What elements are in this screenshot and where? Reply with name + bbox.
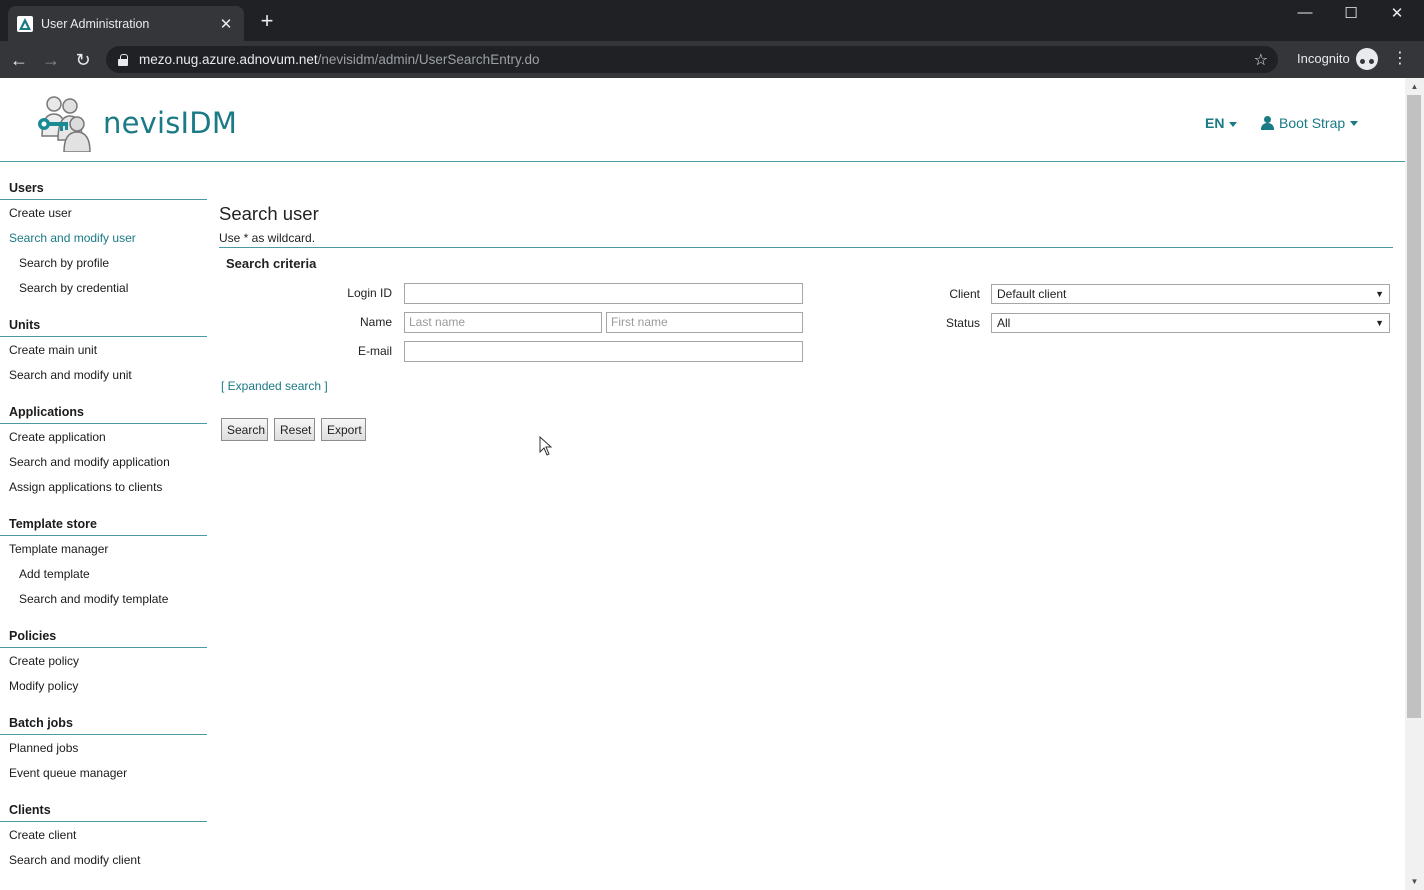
dropdown-arrow-icon: ▼	[1375, 318, 1384, 328]
name-label: Name	[359, 315, 392, 329]
sidebar-item-search-and-modify-application[interactable]: Search and modify application	[0, 449, 207, 474]
mouse-cursor-icon	[539, 436, 553, 456]
sidebar-item-search-and-modify-unit[interactable]: Search and modify unit	[0, 362, 207, 387]
scroll-thumb[interactable]	[1407, 95, 1421, 718]
client-select[interactable]: Default client ▼	[991, 284, 1390, 304]
sidebar-item-search-and-modify-template[interactable]: Search and modify template	[0, 586, 207, 611]
sidebar-section-batch-jobs: Batch jobs Planned jobs Event queue mana…	[0, 710, 207, 785]
sidebar: Users Create user Search and modify user…	[0, 175, 207, 884]
dropdown-arrow-icon: ▼	[1375, 289, 1384, 299]
user-icon	[1261, 116, 1274, 130]
browser-menu-icon[interactable]: ⋮	[1392, 50, 1408, 68]
brand-name: nevisIDM	[103, 106, 238, 140]
back-icon[interactable]: ←	[8, 49, 30, 71]
sidebar-heading: Batch jobs	[0, 710, 207, 735]
sidebar-section-units: Units Create main unit Search and modify…	[0, 312, 207, 387]
email-label: E-mail	[357, 344, 392, 358]
status-label: Status	[945, 316, 980, 330]
wildcard-hint: Use * as wildcard.	[219, 231, 1393, 248]
expanded-search-link[interactable]: [ Expanded search ]	[221, 379, 328, 393]
sidebar-item-create-policy[interactable]: Create policy	[0, 648, 207, 673]
url-text[interactable]: mezo.nug.azure.adnovum.net/nevisidm/admi…	[139, 52, 1254, 67]
sidebar-item-assign-applications-to-clients[interactable]: Assign applications to clients	[0, 474, 207, 499]
close-window-icon[interactable]: ✕	[1377, 4, 1417, 24]
browser-tab-bar: User Administration ✕ + — ☐ ✕	[0, 0, 1424, 41]
new-tab-icon[interactable]: +	[256, 10, 278, 32]
status-select[interactable]: All ▼	[991, 313, 1390, 333]
sidebar-heading: Users	[0, 175, 207, 200]
sidebar-item-event-queue-manager[interactable]: Event queue manager	[0, 760, 207, 785]
sidebar-section-policies: Policies Create policy Modify policy	[0, 623, 207, 698]
user-menu[interactable]: Boot Strap	[1261, 115, 1359, 131]
site-favicon-icon	[17, 15, 33, 32]
incognito-label: Incognito	[1297, 51, 1350, 66]
sidebar-item-search-and-modify-user[interactable]: Search and modify user	[0, 225, 207, 250]
status-row: Status All ▼	[900, 312, 1390, 334]
scroll-down-arrow-icon[interactable]: ▼	[1405, 873, 1424, 890]
sidebar-heading: Policies	[0, 623, 207, 648]
incognito-icon[interactable]	[1356, 48, 1378, 70]
reload-icon[interactable]: ↻	[72, 49, 94, 71]
sidebar-section-template-store: Template store Template manager Add temp…	[0, 511, 207, 611]
lock-icon[interactable]	[118, 53, 128, 66]
close-tab-icon[interactable]: ✕	[216, 15, 236, 33]
minimize-icon[interactable]: —	[1285, 4, 1325, 24]
tab-title: User Administration	[41, 16, 150, 31]
sidebar-item-search-and-modify-client[interactable]: Search and modify client	[0, 847, 207, 872]
sidebar-item-modify-policy[interactable]: Modify policy	[0, 673, 207, 698]
sidebar-heading: Clients	[0, 797, 207, 822]
sidebar-item-create-user[interactable]: Create user	[0, 200, 207, 225]
login-id-label: Login ID	[347, 286, 392, 300]
scroll-up-arrow-icon[interactable]: ▲	[1405, 78, 1424, 95]
chevron-down-icon	[1350, 120, 1359, 126]
export-button[interactable]: Export	[321, 418, 366, 441]
sidebar-section-users: Users Create user Search and modify user…	[0, 175, 207, 300]
main-content: Search user Use * as wildcard. Search cr…	[219, 203, 1393, 271]
search-button[interactable]: Search	[221, 418, 268, 441]
page-scrollbar[interactable]: ▲ ▼	[1405, 78, 1424, 890]
last-name-input[interactable]	[404, 311, 602, 333]
url-path: /nevisidm/admin/UserSearchEntry.do	[317, 52, 540, 67]
status-selected-value: All	[997, 316, 1011, 330]
search-criteria-heading: Search criteria	[226, 256, 317, 271]
client-row: Client Default client ▼	[900, 283, 1390, 305]
sidebar-item-create-main-unit[interactable]: Create main unit	[0, 337, 207, 362]
language-label: EN	[1205, 115, 1225, 131]
sidebar-item-search-by-profile[interactable]: Search by profile	[0, 250, 207, 275]
chevron-down-icon	[1229, 121, 1238, 127]
sidebar-section-applications: Applications Create application Search a…	[0, 399, 207, 499]
sidebar-heading: Units	[0, 312, 207, 337]
email-input[interactable]	[404, 340, 803, 362]
sidebar-item-template-manager[interactable]: Template manager	[0, 536, 207, 561]
first-name-input[interactable]	[606, 311, 803, 333]
sidebar-item-create-application[interactable]: Create application	[0, 424, 207, 449]
sidebar-item-search-by-credential[interactable]: Search by credential	[0, 275, 207, 300]
user-name: Boot Strap	[1279, 115, 1346, 131]
bookmark-star-icon[interactable]: ☆	[1254, 50, 1268, 70]
client-label: Client	[949, 287, 980, 301]
reset-button[interactable]: Reset	[274, 418, 315, 441]
page-header: nevisIDM EN Boot Strap	[0, 78, 1405, 162]
sidebar-item-add-template[interactable]: Add template	[0, 561, 207, 586]
nevisidm-logo-icon[interactable]	[32, 94, 94, 152]
name-row: Name	[300, 311, 803, 333]
sidebar-section-clients: Clients Create client Search and modify …	[0, 797, 207, 872]
sidebar-heading: Applications	[0, 399, 207, 424]
login-id-input[interactable]	[404, 282, 803, 304]
maximize-icon[interactable]: ☐	[1331, 4, 1371, 24]
sidebar-item-create-client[interactable]: Create client	[0, 822, 207, 847]
page-title: Search user	[219, 203, 319, 224]
url-host: mezo.nug.azure.adnovum.net	[139, 52, 318, 67]
email-row: E-mail	[300, 340, 803, 362]
sidebar-item-planned-jobs[interactable]: Planned jobs	[0, 735, 207, 760]
sidebar-heading: Template store	[0, 511, 207, 536]
browser-tab[interactable]: User Administration ✕	[8, 6, 244, 41]
client-selected-value: Default client	[997, 287, 1067, 301]
language-dropdown[interactable]: EN	[1205, 115, 1238, 131]
browser-toolbar: ← → ↻ mezo.nug.azure.adnovum.net/nevisid…	[0, 41, 1424, 78]
address-bar[interactable]: mezo.nug.azure.adnovum.net/nevisidm/admi…	[106, 46, 1278, 73]
login-id-row: Login ID	[300, 282, 803, 304]
forward-icon[interactable]: →	[40, 49, 62, 71]
